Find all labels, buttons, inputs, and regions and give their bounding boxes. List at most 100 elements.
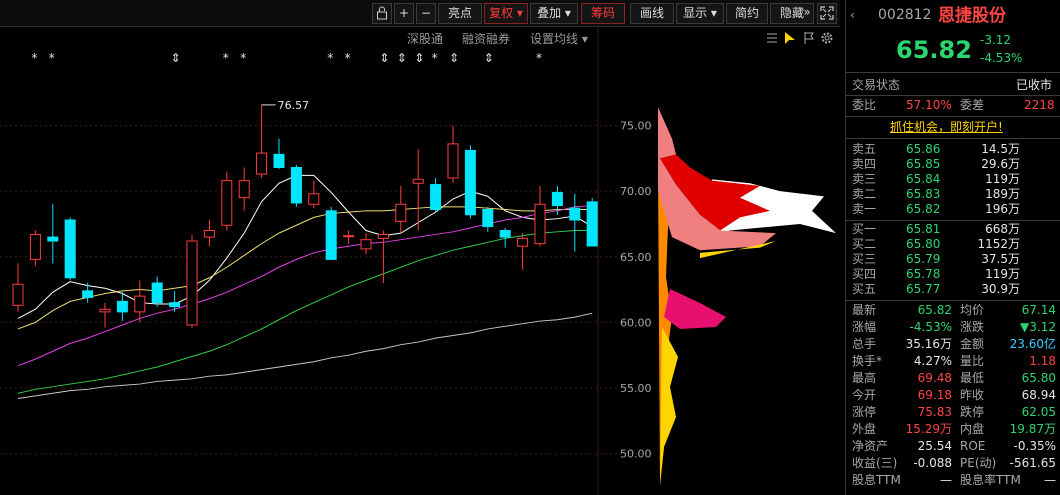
event-marker[interactable]: ⇕ xyxy=(449,51,459,65)
stat-value: 23.60亿 xyxy=(1009,337,1056,351)
candle[interactable] xyxy=(447,125,459,184)
candle[interactable] xyxy=(308,180,320,209)
candle[interactable] xyxy=(343,230,355,244)
event-marker[interactable]: * xyxy=(223,51,229,65)
candle[interactable] xyxy=(29,230,41,266)
candle[interactable] xyxy=(586,197,598,247)
stat-label: 昨收 xyxy=(960,388,985,402)
bid-label: 买四 xyxy=(852,267,877,281)
ask-volume: 29.6万 xyxy=(981,157,1020,171)
ask-price: 65.82 xyxy=(906,202,941,216)
zoom-out-button[interactable]: − xyxy=(416,3,436,24)
candle[interactable] xyxy=(482,206,494,232)
highlight-button[interactable]: 亮点 xyxy=(438,3,482,24)
chip-region-pink xyxy=(664,289,726,329)
simple-button[interactable]: 简约 xyxy=(726,3,768,24)
event-marker[interactable]: ⇕ xyxy=(484,51,494,65)
draw-line-button[interactable]: 画线 xyxy=(630,3,674,24)
weibi-label: 委比 xyxy=(852,98,877,112)
price-tick-label: 75.00 xyxy=(620,120,652,133)
candle-body-up xyxy=(377,233,389,239)
candle[interactable] xyxy=(186,234,198,328)
stat-value: 19.87万 xyxy=(1009,422,1056,436)
candle-body-down xyxy=(169,302,181,308)
event-marker[interactable]: * xyxy=(240,51,246,65)
stat-label: 涨跌 xyxy=(960,320,985,334)
candle[interactable] xyxy=(221,171,233,231)
event-marker[interactable]: * xyxy=(49,51,55,65)
candle-body-up xyxy=(517,237,529,247)
price-grid xyxy=(0,27,655,495)
stat-label: 净资产 xyxy=(852,439,889,453)
candle[interactable] xyxy=(256,104,268,178)
stock-name[interactable]: 恩捷股份 xyxy=(938,6,1006,26)
ask-volume: 14.5万 xyxy=(981,142,1020,156)
candle-body-down xyxy=(47,236,59,242)
candle[interactable] xyxy=(116,292,128,322)
price-tick-label: 50.00 xyxy=(620,448,652,461)
back-icon[interactable]: ‹ xyxy=(850,8,855,23)
candle[interactable] xyxy=(360,233,372,255)
event-marker[interactable]: * xyxy=(536,51,542,65)
candle[interactable] xyxy=(169,290,181,312)
ask-label: 卖三 xyxy=(852,172,877,186)
display-label: 显示 xyxy=(683,6,708,20)
candle-body-up xyxy=(29,233,41,260)
display-button[interactable]: 显示 ▾ xyxy=(676,3,724,24)
candle[interactable] xyxy=(64,217,76,281)
candle[interactable] xyxy=(569,193,581,252)
candle[interactable] xyxy=(134,280,146,323)
candle-body-down xyxy=(151,282,163,304)
max-price-callout: 76.57 xyxy=(261,99,309,112)
stat-value: 65.80 xyxy=(1021,371,1056,385)
trade-status-value: 已收市 xyxy=(1016,78,1053,92)
candle[interactable] xyxy=(151,276,163,307)
candle[interactable] xyxy=(47,204,59,264)
candle[interactable] xyxy=(238,167,250,211)
candle[interactable] xyxy=(273,138,285,169)
candle[interactable] xyxy=(99,302,111,328)
candle[interactable] xyxy=(430,178,442,213)
fullscreen-icon[interactable] xyxy=(817,3,837,24)
event-marker[interactable]: * xyxy=(327,51,333,65)
lock-icon[interactable] xyxy=(372,3,392,24)
ask-price: 65.84 xyxy=(906,172,941,186)
candle[interactable] xyxy=(290,164,302,207)
stat-label: 跌停 xyxy=(960,405,985,419)
candle-body-down xyxy=(116,300,128,313)
event-marker[interactable]: * xyxy=(345,51,351,65)
ask-price: 65.83 xyxy=(906,187,941,201)
candle[interactable] xyxy=(395,185,407,234)
kline-chart[interactable]: 50.00 55.00 60.00 65.00 70.00 75.00 * * ⇕ * * * * ⇕ ⇕… xyxy=(0,27,845,495)
fuquan-button[interactable]: 复权 ▾ xyxy=(484,3,528,24)
zoom-in-button[interactable]: + xyxy=(394,3,414,24)
open-account-link[interactable]: 抓住机会，即刻开户! xyxy=(890,120,1003,135)
stat-label: 涨幅 xyxy=(852,320,877,334)
divider xyxy=(846,138,1060,139)
ask-volume: 196万 xyxy=(985,202,1020,216)
overlay-label: 叠加 xyxy=(537,6,562,20)
event-marker[interactable]: ⇕ xyxy=(414,51,424,65)
event-marker[interactable]: * xyxy=(31,51,37,65)
event-marker[interactable]: * xyxy=(432,51,438,65)
candle[interactable] xyxy=(517,233,529,270)
candle[interactable] xyxy=(464,145,476,219)
event-marker[interactable]: ⇕ xyxy=(379,51,389,65)
event-marker[interactable]: ⇕ xyxy=(397,51,407,65)
overlay-button[interactable]: 叠加 ▾ xyxy=(530,3,578,24)
chips-button[interactable]: 筹码 xyxy=(581,3,625,24)
candle[interactable] xyxy=(412,149,424,231)
candle[interactable] xyxy=(203,220,215,247)
stat-label: 最低 xyxy=(960,371,985,385)
event-marker[interactable]: ⇕ xyxy=(171,51,181,65)
candle[interactable] xyxy=(12,263,24,312)
collapse-icon[interactable]: » xyxy=(800,3,814,24)
price-tick-label: 60.00 xyxy=(620,316,652,329)
divider xyxy=(846,220,1060,221)
candle-body-up xyxy=(395,203,407,222)
divider xyxy=(846,116,1060,117)
quote-panel: ‹ 002812 恩捷股份 65.82 -3.12 -4.53% 交易状态 已收… xyxy=(845,0,1060,495)
candle[interactable] xyxy=(325,206,337,260)
stat-label: 今开 xyxy=(852,388,877,402)
candle[interactable] xyxy=(534,185,546,247)
